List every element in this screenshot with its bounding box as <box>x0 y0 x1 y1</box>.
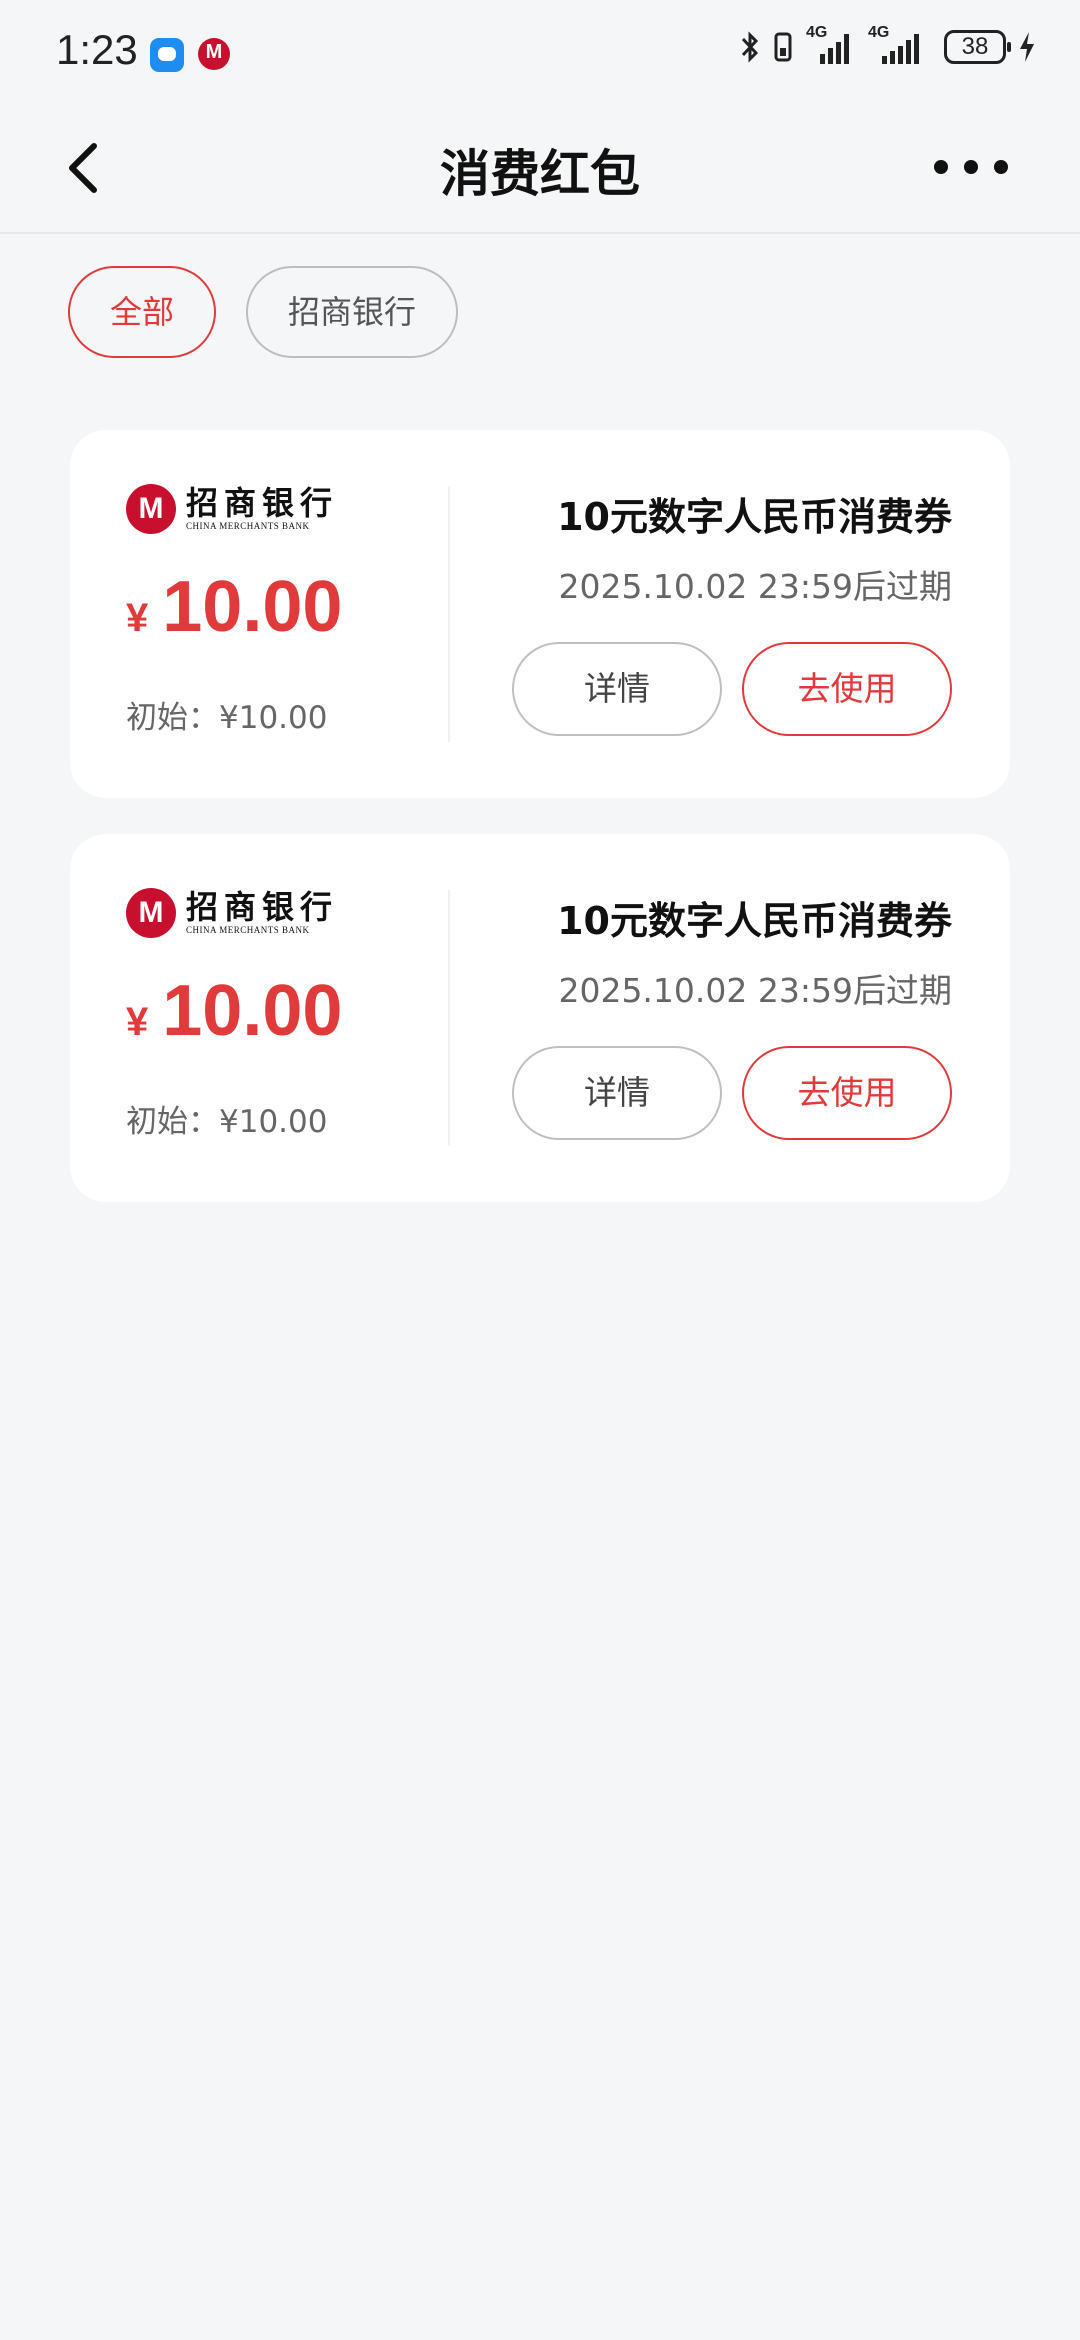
coupon-title: 10元数字人民币消费券 <box>557 495 952 539</box>
use-button[interactable]: 去使用 <box>742 642 952 736</box>
status-time: 1:23 <box>56 26 138 73</box>
detail-button[interactable]: 详情 <box>512 642 722 736</box>
notification-icons <box>150 38 230 72</box>
nav-header: 消费红包 <box>0 100 1080 234</box>
signal-icon: 4G <box>806 24 856 64</box>
bluetooth-icon <box>741 31 759 63</box>
system-icons: 4G 4G 38 <box>740 24 1036 64</box>
vibrate-icon <box>774 32 792 62</box>
signal-icon-2: 4G <box>868 24 932 64</box>
more-button[interactable] <box>926 142 1036 192</box>
coupon-expiry: 2025.10.02 23:59后过期 <box>558 567 952 606</box>
charging-bolt-icon <box>1020 32 1034 62</box>
cmb-logo-icon <box>126 888 176 938</box>
amount-value: 10.00 <box>162 567 343 647</box>
filter-chips: 全部 招商银行 <box>68 266 458 358</box>
currency-symbol: ¥ <box>126 596 149 640</box>
network-label-1: 4G <box>806 24 828 41</box>
bank-name-en: CHINA MERCHANTS BANK <box>186 521 310 531</box>
coupon-amount: ¥ 10.00 <box>126 970 342 1052</box>
detail-button[interactable]: 详情 <box>512 1046 722 1140</box>
amount-value: 10.00 <box>162 971 343 1051</box>
coupon-title: 10元数字人民币消费券 <box>557 899 952 943</box>
battery-indicator: 38 <box>944 30 1011 64</box>
more-horizontal-icon <box>934 160 1008 174</box>
initial-amount: 初始：¥10.00 <box>126 700 328 736</box>
bank-logo: 招商银行 CHINA MERCHANTS BANK <box>126 484 338 534</box>
cmb-logo-icon <box>126 484 176 534</box>
coupon-expiry: 2025.10.02 23:59后过期 <box>558 971 952 1010</box>
status-bar: 1:23 4G 4G <box>0 0 1080 100</box>
currency-symbol: ¥ <box>126 1000 149 1044</box>
bank-name-en: CHINA MERCHANTS BANK <box>186 925 310 935</box>
coupon-amount: ¥ 10.00 <box>126 566 342 648</box>
message-app-icon <box>150 38 184 72</box>
page-title: 消费红包 <box>440 145 640 203</box>
card-divider <box>448 486 450 742</box>
coupon-card: 招商银行 CHINA MERCHANTS BANK ¥ 10.00 初始：¥10… <box>70 834 1010 1202</box>
cmb-logo-icon <box>198 38 230 70</box>
card-divider <box>448 890 450 1146</box>
bank-name: 招商银行 <box>186 484 339 522</box>
bank-name: 招商银行 <box>186 888 339 926</box>
use-button[interactable]: 去使用 <box>742 1046 952 1140</box>
network-label-2: 4G <box>868 24 890 41</box>
filter-chip-all[interactable]: 全部 <box>68 266 216 358</box>
bank-logo: 招商银行 CHINA MERCHANTS BANK <box>126 888 338 938</box>
initial-amount: 初始：¥10.00 <box>126 1104 328 1140</box>
filter-chip-cmb[interactable]: 招商银行 <box>246 266 458 358</box>
coupon-card: 招商银行 CHINA MERCHANTS BANK ¥ 10.00 初始：¥10… <box>70 430 1010 798</box>
